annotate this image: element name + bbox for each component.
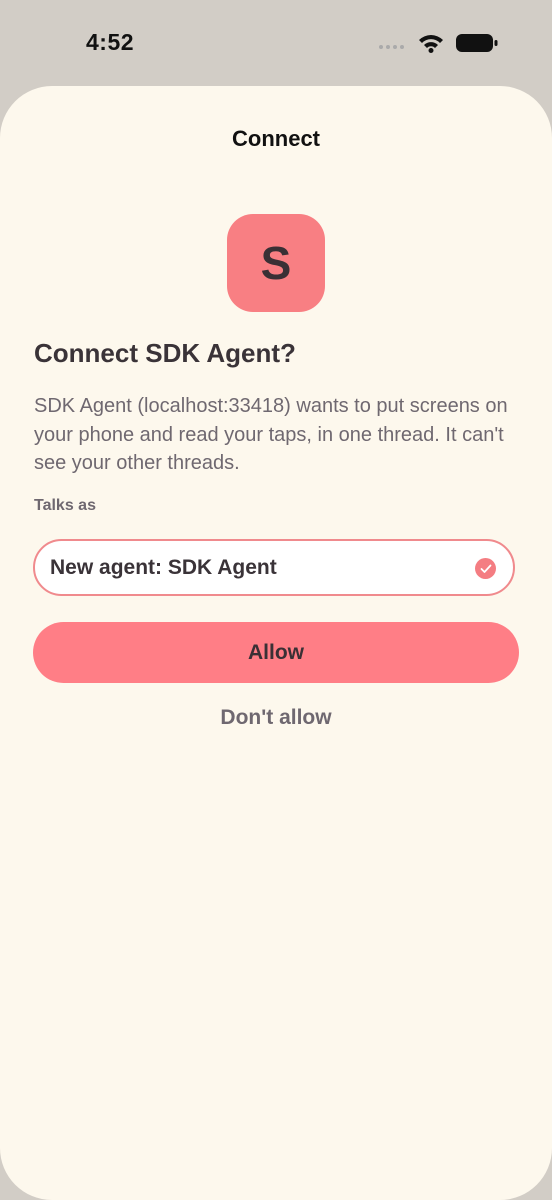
dont-allow-button[interactable]: Don't allow: [0, 706, 552, 730]
connect-sheet: Connect S Connect SDK Agent? SDK Agent (…: [0, 86, 552, 1200]
permission-description: SDK Agent (localhost:33418) wants to put…: [34, 395, 508, 474]
talks-as-select[interactable]: New agent: SDK Agent: [33, 539, 515, 596]
connect-heading: Connect SDK Agent?: [34, 338, 296, 368]
cellular-signal-icon: [378, 36, 406, 55]
wifi-icon: [418, 33, 444, 58]
app-icon-letter: S: [260, 237, 292, 289]
status-bar: 4:52: [0, 0, 552, 86]
sheet-title: Connect: [232, 126, 320, 151]
allow-button[interactable]: Allow: [33, 622, 519, 683]
checkmark-icon: [475, 558, 496, 579]
status-icons: [378, 33, 498, 58]
agent-app-icon: S: [227, 214, 325, 312]
battery-icon: [456, 33, 498, 58]
status-time: 4:52: [86, 29, 135, 55]
talks-as-label: Talks as: [34, 497, 96, 514]
talks-as-value: New agent: SDK Agent: [50, 556, 277, 579]
